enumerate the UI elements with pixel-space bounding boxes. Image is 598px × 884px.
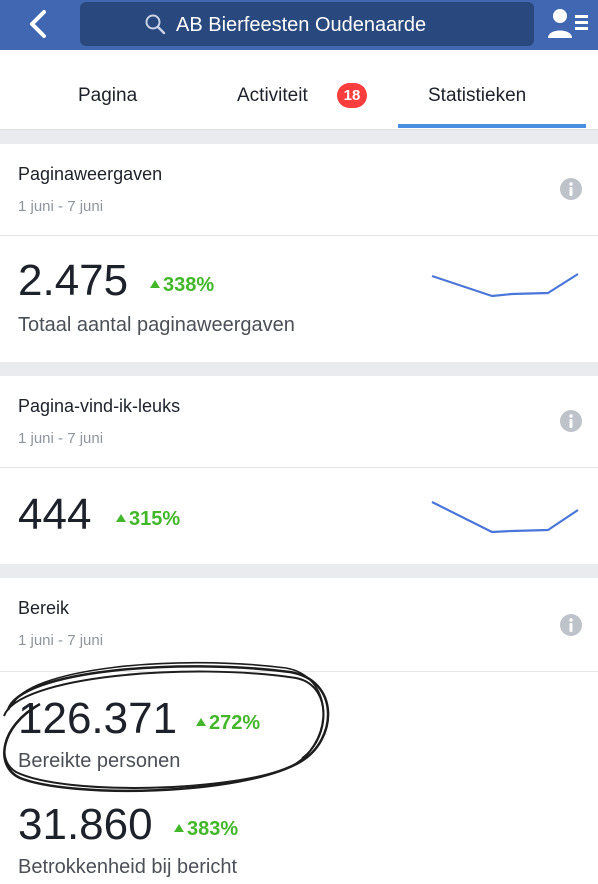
info-icon[interactable] bbox=[559, 177, 583, 201]
tab-label: Activiteit bbox=[237, 85, 308, 106]
card-header-paginaweergaven[interactable]: Paginaweergaven 1 juni - 7 juni bbox=[0, 144, 598, 236]
metric-change: 338% bbox=[150, 274, 214, 297]
tab-statistieken[interactable]: Statistieken bbox=[398, 50, 586, 130]
tab-activiteit[interactable]: Activiteit 18 bbox=[205, 50, 395, 130]
sparkline-chart bbox=[431, 501, 579, 534]
back-chevron-icon[interactable] bbox=[20, 4, 60, 44]
card-title: Pagina-vind-ik-leuks bbox=[18, 396, 181, 416]
metric-change: 315% bbox=[116, 508, 180, 531]
metric-change-text: 315% bbox=[129, 508, 181, 530]
metric-value: 444 bbox=[18, 490, 92, 539]
metric-paginaweergaven[interactable]: 2.475 338% Totaal aantal paginaweergaven bbox=[0, 236, 598, 362]
page-tabs: Pagina Activiteit 18 Statistieken bbox=[0, 50, 598, 130]
search-query-text: AB Bierfeesten Oudenaarde bbox=[176, 14, 427, 36]
section-divider bbox=[0, 564, 598, 578]
notification-badge: 18 bbox=[337, 83, 367, 108]
card-header-pagina-vind-ik-leuks[interactable]: Pagina-vind-ik-leuks 1 juni - 7 juni bbox=[0, 376, 598, 468]
search-input[interactable]: AB Bierfeesten Oudenaarde bbox=[80, 2, 534, 46]
sparkline-chart bbox=[431, 273, 579, 298]
info-icon[interactable] bbox=[559, 409, 583, 433]
card-title: Bereik bbox=[18, 598, 70, 618]
card-date-range: 1 juni - 7 juni bbox=[18, 430, 104, 447]
top-nav-bar: AB Bierfeesten Oudenaarde bbox=[0, 0, 598, 50]
card-header-bereik[interactable]: Bereik 1 juni - 7 juni bbox=[0, 578, 598, 672]
metric-pagina-vind-ik-leuks[interactable]: 444 315% bbox=[0, 468, 598, 564]
metric-change-text: 272% bbox=[209, 712, 261, 734]
metric-change: 272% bbox=[196, 712, 260, 735]
up-arrow-icon bbox=[150, 280, 160, 288]
metric-value: 126.371 bbox=[18, 694, 178, 743]
card-title: Paginaweergaven bbox=[18, 164, 163, 184]
tab-pagina[interactable]: Pagina bbox=[0, 50, 205, 130]
up-arrow-icon bbox=[174, 824, 184, 832]
info-icon[interactable] bbox=[559, 613, 583, 637]
profile-menu-icon[interactable] bbox=[546, 6, 590, 42]
card-date-range: 1 juni - 7 juni bbox=[18, 632, 104, 649]
metric-label: Totaal aantal paginaweergaven bbox=[18, 314, 295, 336]
tab-label: Pagina bbox=[78, 85, 138, 106]
metric-label: Betrokkenheid bij bericht bbox=[18, 856, 238, 878]
active-tab-indicator bbox=[398, 124, 586, 128]
section-divider bbox=[0, 130, 598, 144]
metric-change: 383% bbox=[174, 818, 238, 841]
metric-label: Bereikte personen bbox=[18, 750, 181, 772]
search-icon bbox=[144, 13, 166, 35]
metric-change-text: 338% bbox=[163, 274, 215, 296]
card-date-range: 1 juni - 7 juni bbox=[18, 198, 104, 215]
metric-value: 2.475 bbox=[18, 256, 129, 305]
section-divider bbox=[0, 362, 598, 376]
metric-bereik[interactable]: 126.371 272% Bereikte personen 31.860 38… bbox=[0, 672, 598, 884]
metric-change-text: 383% bbox=[187, 818, 239, 840]
tab-label: Statistieken bbox=[428, 85, 527, 106]
metric-value: 31.860 bbox=[18, 800, 153, 849]
up-arrow-icon bbox=[196, 718, 206, 726]
up-arrow-icon bbox=[116, 514, 126, 522]
